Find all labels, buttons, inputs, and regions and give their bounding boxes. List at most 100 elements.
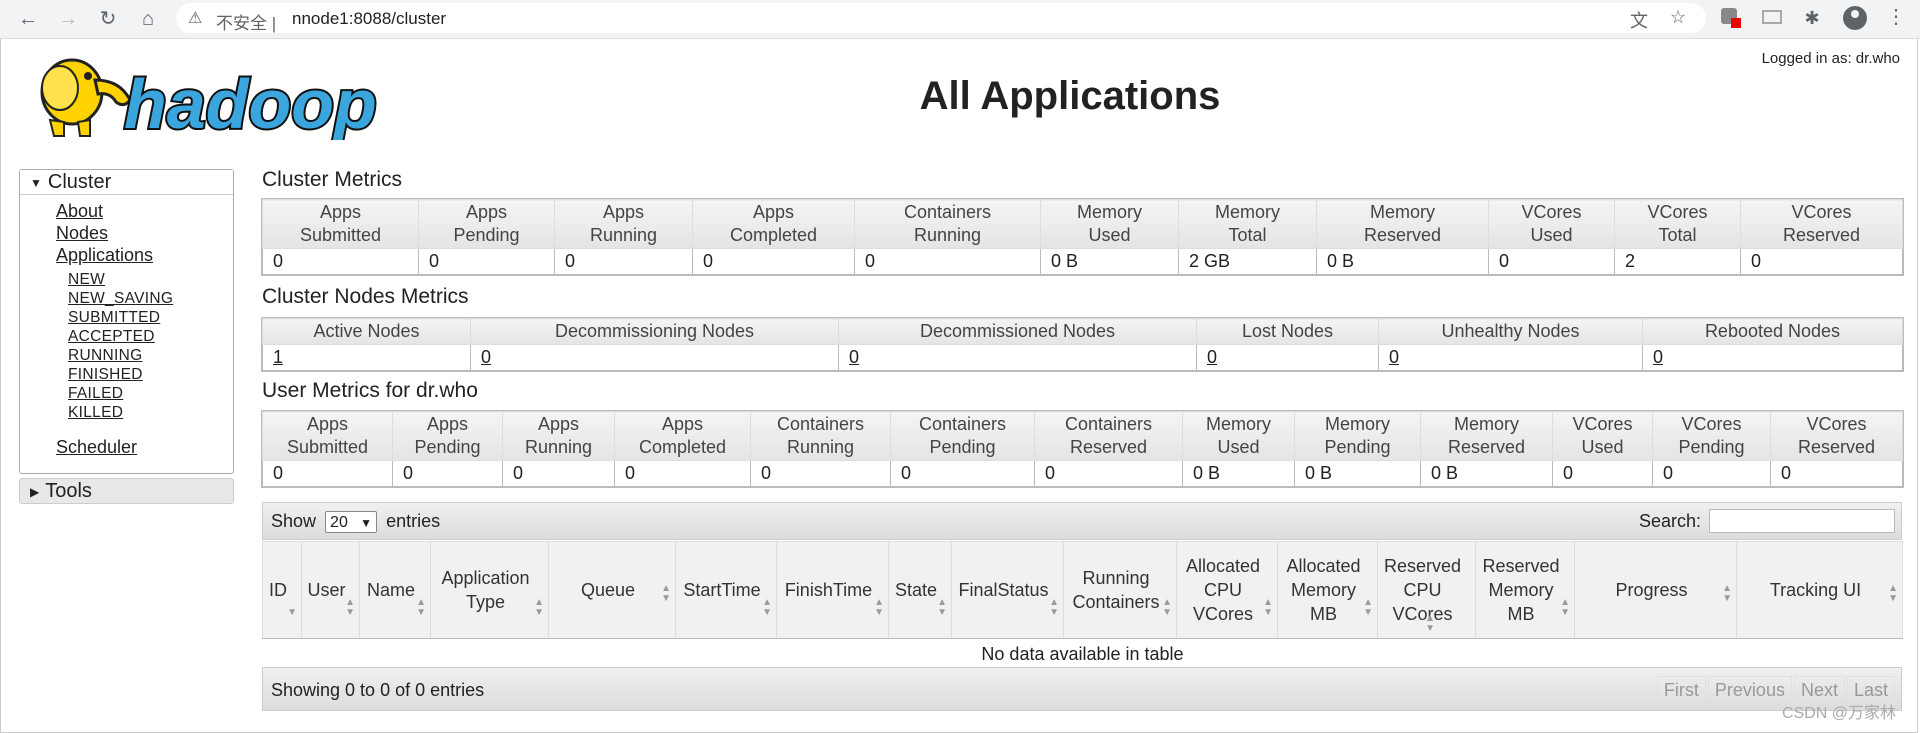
column-header-finalstatus[interactable]: FinalStatus ▲ ▼ [951,541,1064,639]
search-label: Search: [1638,511,1701,531]
metric-value: 0 B [1420,460,1553,487]
extension-icon[interactable] [1718,6,1742,30]
sidebar-state-killed[interactable]: KILLED [68,404,123,422]
rebooted-nodes-link[interactable]: 0 [1642,344,1903,371]
sidebar-state-accepted[interactable]: ACCEPTED [68,328,155,346]
sidebar-state-submitted[interactable]: SUBMITTED [68,309,160,327]
url-text[interactable]: nnode1:8088/cluster [292,9,446,29]
sidebar-link-nodes[interactable]: Nodes [56,223,108,244]
applications-table: ID ▼ User ▲ ▼ Name ▲ ▼ Application Type ▲ ▼ Queu… [262,541,1903,669]
watermark: CSDN @万家林 [1781,705,1896,722]
page-title: All Applications [919,74,1221,118]
column-header-reserved-cpu[interactable]: Reserved CPU VCores ▲ ▼ [1377,541,1476,639]
nodes-header: Rebooted Nodes [1642,318,1903,345]
forward-icon[interactable]: → [54,5,82,33]
metric-value: 0 [1652,460,1771,487]
sidebar-link-about[interactable]: About [56,201,103,222]
metric-header: Memory Total [1178,199,1317,249]
sort-icon: ▲ ▼ [1425,613,1435,634]
nodes-value-row: 1 0 0 0 0 0 [262,344,1903,371]
decommissioned-nodes-link[interactable]: 0 [838,344,1197,371]
metric-header: Containers Reserved [1034,411,1183,461]
reload-icon[interactable]: ↻ [94,5,122,33]
profile-avatar[interactable] [1843,6,1867,30]
column-header-finishtime[interactable]: FinishTime ▲ ▼ [776,541,889,639]
sort-icon: ▲ ▼ [874,597,884,618]
column-header-reserved-memory[interactable]: Reserved Memory MB ▲ ▼ [1475,541,1575,639]
nodes-header: Active Nodes [262,318,471,345]
metric-value: 0 [1034,460,1183,487]
page-size-select[interactable]: 20 ▼ [325,511,378,534]
column-header-progress[interactable]: Progress ▲ ▼ [1574,541,1737,639]
cluster-metrics-table: Apps Submitted Apps Pending Apps Running Ap… [261,198,1904,276]
column-header-starttime[interactable]: StartTime ▲ ▼ [675,541,777,639]
metric-header: VCores Used [1488,199,1615,249]
lost-nodes-link[interactable]: 0 [1196,344,1379,371]
pager-previous[interactable]: Previous [1707,676,1792,705]
sort-icon: ▲ ▼ [1560,597,1570,618]
sidebar-tools-header[interactable]: ▶ Tools [19,478,234,504]
column-header-user[interactable]: User ▲ ▼ [301,541,360,639]
address-bar[interactable]: ⚠ 不安全 | nnode1:8088/cluster 文 ☆ [176,3,1706,33]
search-input[interactable] [1709,509,1895,533]
metric-header: Memory Pending [1294,411,1421,461]
sidebar-link-applications[interactable]: Applications [56,245,153,266]
triangle-right-icon: ▶ [30,484,40,499]
column-header-id[interactable]: ID ▼ [262,541,302,639]
column-header-state[interactable]: State ▲ ▼ [888,541,952,639]
metric-value: 0 [1740,248,1903,275]
sort-icon: ▲ ▼ [1162,597,1172,618]
sort-icon: ▲ ▼ [1722,583,1732,604]
metric-header: Apps Pending [392,411,503,461]
column-header-application-type[interactable]: Application Type ▲ ▼ [430,541,549,639]
column-header-allocated-cpu[interactable]: Allocated CPU VCores ▲ ▼ [1176,541,1278,639]
sidebar-state-failed[interactable]: FAILED [68,385,123,403]
triangle-down-icon: ▼ [30,175,42,190]
warning-icon: ⚠ [188,10,203,27]
metrics-value-row: 0 0 0 0 0 0 B 2 GB 0 B 0 2 0 [262,248,1903,275]
user-metrics-table: Apps Submitted Apps Pending Apps Running Ap… [261,410,1904,488]
column-header-allocated-memory[interactable]: Allocated Memory MB ▲ ▼ [1277,541,1378,639]
column-header-name[interactable]: Name ▲ ▼ [359,541,431,639]
bookmark-star-icon[interactable]: ☆ [1670,7,1686,28]
metric-header: VCores Used [1552,411,1653,461]
cluster-nodes-metrics-title: Cluster Nodes Metrics [262,285,469,308]
sidebar-state-new[interactable]: NEW [68,271,105,289]
column-header-queue[interactable]: Queue ▲ ▼ [548,541,676,639]
cluster-nodes-metrics-table: Active Nodes Decommissioning Nodes Decom… [261,317,1904,372]
column-header-running-containers[interactable]: Running Containers ▲ ▼ [1063,541,1177,639]
puzzle-icon[interactable]: ✱ [1800,6,1824,30]
menu-icon[interactable]: ⋮ [1886,4,1906,29]
sidebar-link-scheduler[interactable]: Scheduler [56,437,137,458]
sidebar-cluster-header[interactable]: ▼ Cluster [20,170,233,195]
pager-first[interactable]: First [1656,676,1706,705]
logged-in-label: Logged in as: dr.who [1761,50,1900,67]
back-icon[interactable]: ← [14,5,42,33]
metric-value: 2 GB [1178,248,1317,275]
decommissioning-nodes-link[interactable]: 0 [470,344,839,371]
active-nodes-link[interactable]: 1 [262,344,471,371]
sidebar-state-running[interactable]: RUNNING [68,347,142,365]
metric-value: 0 B [1040,248,1179,275]
column-header-tracking-ui[interactable]: Tracking UI ▲ ▼ [1736,541,1903,639]
metric-value: 0 B [1316,248,1489,275]
table-info: Showing 0 to 0 of 0 entries [271,680,485,700]
nodes-header-row: Active Nodes Decommissioning Nodes Decom… [262,318,1903,345]
sort-icon: ▲ ▼ [416,597,426,618]
metric-value: 0 [1770,460,1903,487]
metric-header: Apps Submitted [262,411,393,461]
metric-value: 0 [1552,460,1653,487]
sidebar-state-new-saving[interactable]: NEW_SAVING [68,290,173,308]
extension-icon[interactable] [1760,6,1784,30]
translate-icon[interactable]: 文 [1630,7,1648,33]
sidebar-state-finished[interactable]: FINISHED [68,366,143,384]
unhealthy-nodes-link[interactable]: 0 [1378,344,1643,371]
metric-header: Memory Used [1182,411,1295,461]
home-icon[interactable]: ⌂ [134,5,162,33]
sort-icon: ▲ ▼ [762,597,772,618]
metrics-header-row: Apps Submitted Apps Pending Apps Running Ap… [262,199,1903,249]
metric-header: Apps Completed [692,199,855,249]
metric-value: 0 [418,248,555,275]
metric-header: Memory Reserved [1420,411,1553,461]
metric-value: 0 [1488,248,1615,275]
